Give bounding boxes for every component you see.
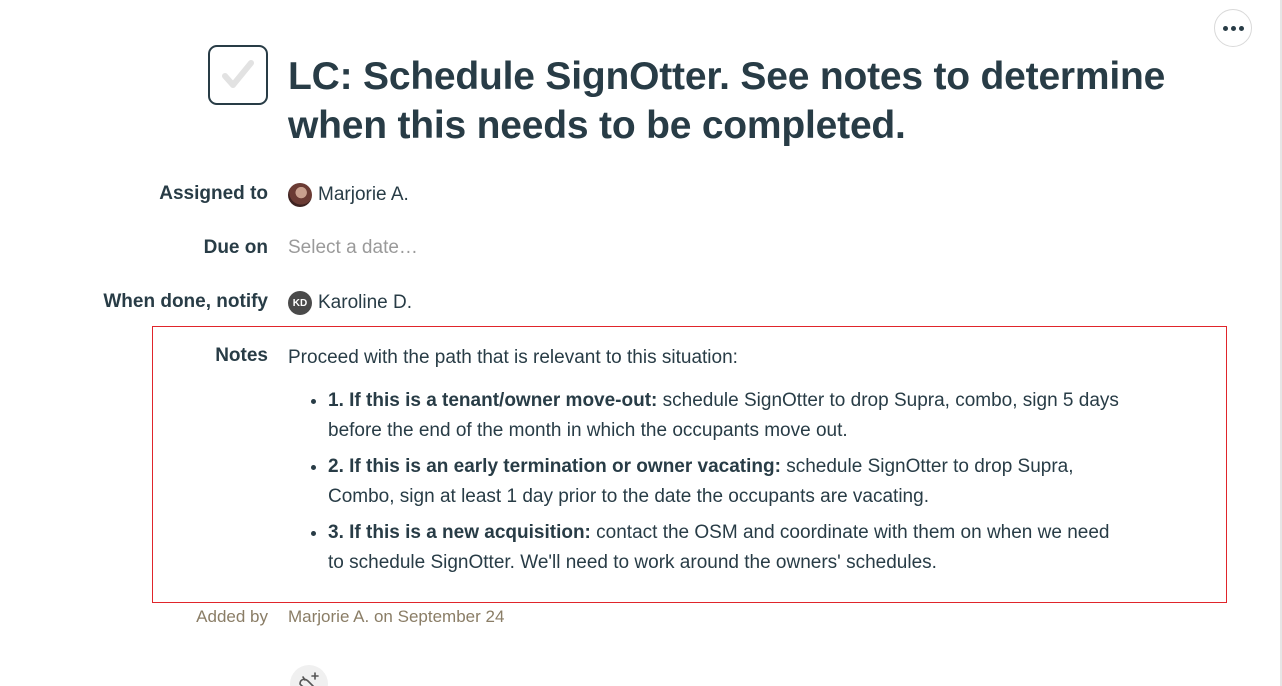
list-item-heading: 3. If this is a new acquisition: <box>328 522 591 543</box>
list-item-heading: 2. If this is an early termination or ow… <box>328 456 781 477</box>
todo-title[interactable]: LC: Schedule SignOtter. See notes to det… <box>288 52 1188 150</box>
added-by-value: Marjorie A. on September 24 <box>288 607 505 626</box>
todo-page: LC: Schedule SignOtter. See notes to det… <box>0 0 1282 686</box>
due-on-field[interactable]: Select a date… <box>288 237 418 259</box>
notify-person-name: Karoline D. <box>318 292 412 313</box>
avatar: KD <box>288 291 312 315</box>
due-on-label: Due on <box>203 237 268 258</box>
list-item: 2. If this is an early termination or ow… <box>328 452 1128 512</box>
ellipsis-dot <box>1230 25 1236 31</box>
ellipsis-dot <box>1238 25 1244 31</box>
notify-value[interactable]: KD Karoline D. <box>288 291 412 315</box>
notes-content[interactable]: Proceed with the path that is relevant t… <box>288 343 1128 584</box>
ellipsis-icon <box>1222 25 1228 31</box>
due-date-placeholder[interactable]: Select a date… <box>288 237 418 259</box>
boost-button[interactable] <box>290 665 328 686</box>
notes-list: 1. If this is a tenant/owner move-out: s… <box>288 386 1128 578</box>
assigned-to-value[interactable]: Marjorie A. <box>288 183 409 207</box>
list-item: 3. If this is a new acquisition: contact… <box>328 518 1128 578</box>
list-item: 1. If this is a tenant/owner move-out: s… <box>328 386 1128 446</box>
notes-label: Notes <box>215 345 268 366</box>
assigned-to-label: Assigned to <box>159 183 268 204</box>
check-icon <box>222 60 254 88</box>
todo-checkbox[interactable] <box>208 45 268 105</box>
more-options-button[interactable] <box>1214 9 1252 47</box>
avatar <box>288 183 312 207</box>
added-by-label: Added by <box>196 607 268 626</box>
notes-intro: Proceed with the path that is relevant t… <box>288 347 738 368</box>
notify-label: When done, notify <box>103 291 268 312</box>
list-item-heading: 1. If this is a tenant/owner move-out: <box>328 390 658 411</box>
assignee-name: Marjorie A. <box>318 184 409 205</box>
boost-icon <box>299 672 319 686</box>
